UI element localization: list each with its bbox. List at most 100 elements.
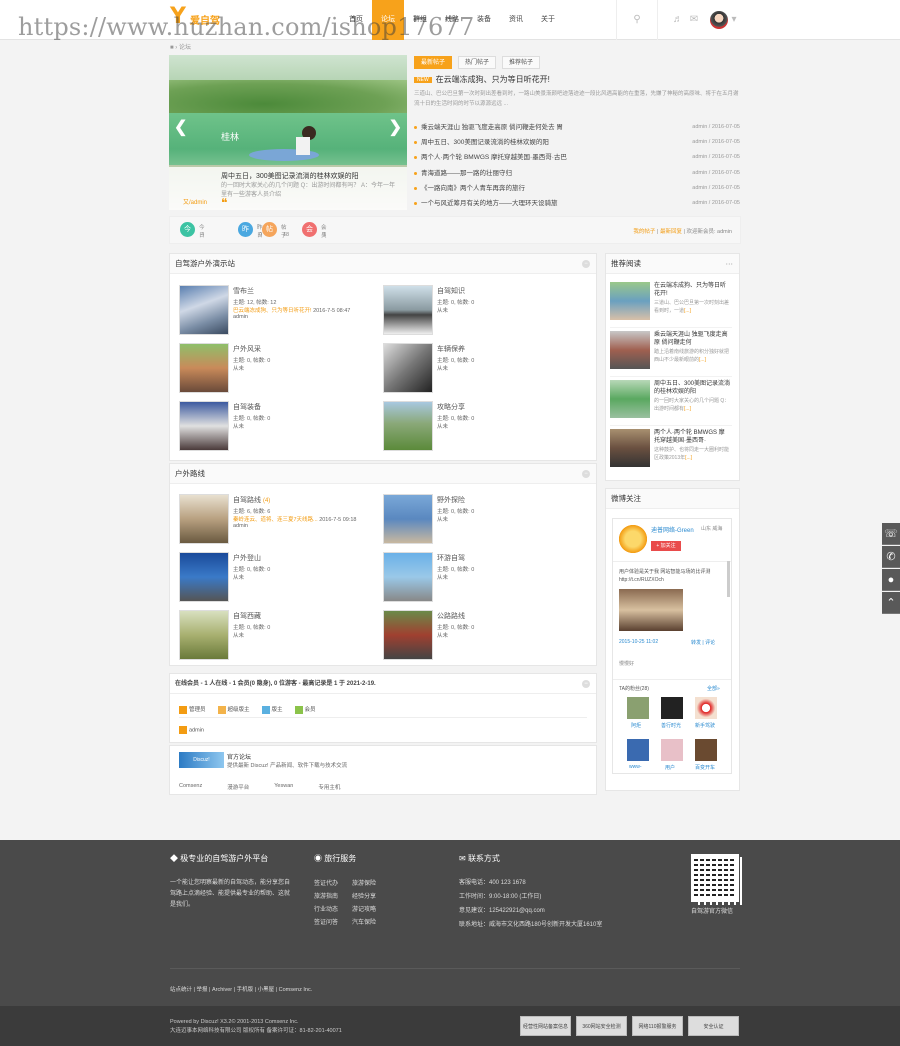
- badge-icp[interactable]: 经营性网站备案信息: [520, 1016, 571, 1036]
- fan-avatar[interactable]: [695, 697, 717, 719]
- headline[interactable]: NEW 在云端冻成狗、只为等日听花开!: [414, 74, 550, 85]
- nav-news[interactable]: 资讯: [500, 0, 532, 40]
- link-yeswan[interactable]: Yeswan: [274, 783, 293, 791]
- all-fans-link[interactable]: 全部»: [707, 685, 720, 692]
- service-link[interactable]: 旅游指南: [314, 891, 352, 900]
- forum-item[interactable]: 车辆保养 主题: 0, 帖数: 0 从未: [383, 343, 583, 395]
- thumbnail[interactable]: [610, 380, 650, 418]
- forum-icon[interactable]: [179, 285, 229, 335]
- fan-name[interactable]: www-: [629, 764, 642, 770]
- forum-name[interactable]: 公路路线: [437, 611, 465, 621]
- list-item[interactable]: 青海道路——那一路的壮丽守归 admin / 2016-07-05: [414, 166, 740, 181]
- fan-name[interactable]: 用户: [665, 764, 675, 771]
- list-item[interactable]: 周中五日、300美图记录流淌的桂林欢娱的阳 admin / 2016-07-05: [414, 135, 740, 150]
- service-link[interactable]: 签证问答: [314, 917, 352, 926]
- forum-icon[interactable]: [383, 552, 433, 602]
- thumbnail[interactable]: [610, 331, 650, 369]
- service-link[interactable]: 签证代办: [314, 878, 352, 887]
- forum-name-text[interactable]: 自驾路线: [233, 497, 261, 504]
- forum-name[interactable]: 环游自驾: [437, 553, 465, 563]
- link-manyou[interactable]: 漫游平台: [227, 783, 249, 791]
- list-item[interactable]: 《一路向南》两个人青车再奔的旅行 admin / 2016-07-05: [414, 181, 740, 196]
- list-item[interactable]: 在云端冻成狗、只为等日听花开! 三道山、巴公巴旦第一次时刻出差看到时，一道[...…: [610, 280, 732, 328]
- list-item[interactable]: 周中五日、300美图记录流淌的桂林欢娱的阳 的一回时大家关心的几个问题 Q：出游时…: [610, 378, 732, 426]
- online-user[interactable]: admin: [179, 726, 204, 734]
- forum-item[interactable]: 攻略分享 主题: 0, 帖数: 0 从未: [383, 401, 583, 453]
- partner-name[interactable]: 官方论坛: [227, 752, 251, 761]
- weibo-name[interactable]: 迪普网络-Green: [651, 525, 694, 534]
- collapse-icon[interactable]: −: [582, 680, 590, 688]
- image-slider[interactable]: 桂林 ❮ ❯ 周中五日，300美图记录流淌的桂林欢娱的阳 的一回时大家关心的几个…: [169, 55, 407, 210]
- wechat-icon[interactable]: ●: [882, 569, 900, 591]
- fan-name[interactable]: 阿炬: [631, 722, 641, 729]
- forum-item[interactable]: 野外探险 主题: 0, 帖数: 0 从未: [383, 494, 583, 546]
- news-title[interactable]: 周中五日、300美图记录流淌的桂林欢娱的阳: [421, 139, 549, 146]
- more-link[interactable]: [...]: [684, 406, 691, 412]
- slide-author[interactable]: 又/admin: [183, 197, 207, 206]
- fan-avatar[interactable]: [627, 697, 649, 719]
- slide-title[interactable]: 周中五日，300美图记录流淌的桂林欢娱的阳: [221, 171, 359, 181]
- rec-title[interactable]: 两个人·两个轮 BMWGS 摩托穿越美国·墨西哥·: [654, 429, 730, 445]
- news-title[interactable]: 青海道路——那一路的壮丽守归: [421, 170, 512, 177]
- forum-name[interactable]: 自驾西藏: [233, 611, 261, 621]
- headset-icon[interactable]: ☏: [882, 523, 900, 545]
- more-link[interactable]: [...]: [685, 455, 692, 461]
- last-post-author[interactable]: admin: [233, 523, 248, 529]
- forum-icon[interactable]: [383, 610, 433, 660]
- link-comsenz[interactable]: Comsenz: [179, 783, 202, 791]
- news-title[interactable]: 《一路向南》两个人青车再奔的旅行: [421, 185, 525, 192]
- forum-item[interactable]: 自驾装备 主题: 0, 帖数: 0 从未: [179, 401, 379, 453]
- online-username[interactable]: admin: [189, 727, 204, 733]
- comment-link[interactable]: 评论: [705, 640, 715, 646]
- list-item[interactable]: 乘云端天涯山 独驱飞度走高原 倘问鞭走何 踏上沿着南线旅游的积分独好就把西山不少最…: [610, 329, 732, 377]
- fan-name[interactable]: 善行时光: [661, 722, 681, 729]
- forum-item[interactable]: 雪布兰 主题: 12, 帖数: 12 巴云端冻成狗、只为等日听花开! 2016-…: [179, 285, 379, 337]
- my-posts-link[interactable]: 我的帖子: [633, 229, 655, 235]
- forum-name[interactable]: 野外探险: [437, 495, 465, 505]
- news-title[interactable]: 一个与风近筹月有关的地方——大理环天设骑旅: [421, 200, 558, 207]
- collapse-icon[interactable]: −: [582, 470, 590, 478]
- forum-item[interactable]: 自驾西藏 主题: 0, 帖数: 0 从未: [179, 610, 379, 662]
- mail-icon[interactable]: ✉: [688, 14, 700, 26]
- forum-name[interactable]: 攻略分享: [437, 402, 465, 412]
- news-title[interactable]: 乘云端天涯山 独驱飞度走高原 倘问鞭走何处去 胃: [421, 124, 563, 131]
- thumbnail[interactable]: [610, 282, 650, 320]
- rec-title[interactable]: 乘云端天涯山 独驱飞度走高原 倘问鞭走何: [654, 331, 730, 347]
- repost-link[interactable]: 转发: [691, 640, 701, 646]
- badge-security[interactable]: 安全认证: [688, 1016, 739, 1036]
- avatar[interactable]: [710, 11, 728, 29]
- follow-button[interactable]: + 加关注: [651, 541, 681, 551]
- forum-icon[interactable]: [383, 401, 433, 451]
- forum-icon[interactable]: [179, 494, 229, 544]
- more-link[interactable]: [...]: [684, 308, 691, 314]
- nav-about[interactable]: 关于: [532, 0, 564, 40]
- list-item[interactable]: 一个与风近筹月有关的地方——大理环天设骑旅 admin / 2016-07-05: [414, 196, 740, 211]
- forum-icon[interactable]: [383, 343, 433, 393]
- forum-name[interactable]: 自驾知识: [437, 286, 465, 296]
- forum-item[interactable]: 公路路线 主题: 0, 帖数: 0 从未: [383, 610, 583, 662]
- forum-name[interactable]: 自驾装备: [233, 402, 261, 412]
- fan-name[interactable]: 百变开车: [695, 764, 715, 771]
- latest-replies-link[interactable]: 最新回复: [660, 229, 682, 235]
- forum-icon[interactable]: [179, 610, 229, 660]
- forum-name[interactable]: 车辆保养: [437, 344, 465, 354]
- forum-item[interactable]: 自驾知识 主题: 0, 帖数: 0 从未: [383, 285, 583, 337]
- last-post-author[interactable]: admin: [233, 314, 248, 320]
- fan-avatar[interactable]: [661, 697, 683, 719]
- phone-icon[interactable]: ✆: [882, 546, 900, 568]
- forum-name[interactable]: 雪布兰: [233, 286, 254, 296]
- news-title[interactable]: 两个人·两个轮 BMWGS 摩托穿越美国·墨西哥·古巴: [421, 154, 567, 161]
- service-link[interactable]: 经验分享: [352, 891, 390, 900]
- service-link[interactable]: 游记攻略: [352, 904, 390, 913]
- weibo-avatar[interactable]: [619, 525, 647, 553]
- service-link[interactable]: 行业动态: [314, 904, 352, 913]
- collapse-icon[interactable]: −: [582, 260, 590, 268]
- forum-item[interactable]: 环游自驾 主题: 0, 帖数: 0 从未: [383, 552, 583, 604]
- contact-email[interactable]: 意见建议：125422921@qq.com: [459, 906, 602, 917]
- forum-icon[interactable]: [179, 552, 229, 602]
- chevron-down-icon[interactable]: ▾: [728, 14, 740, 26]
- breadcrumb-current[interactable]: 论坛: [179, 45, 191, 51]
- fan-avatar[interactable]: [627, 739, 649, 761]
- forum-item[interactable]: 户外风采 主题: 0, 帖数: 0 从未: [179, 343, 379, 395]
- forum-item[interactable]: 自驾路线 (4) 主题: 6, 帖数: 6 秦岭连云、道将、连三夏7天线路...…: [179, 494, 379, 546]
